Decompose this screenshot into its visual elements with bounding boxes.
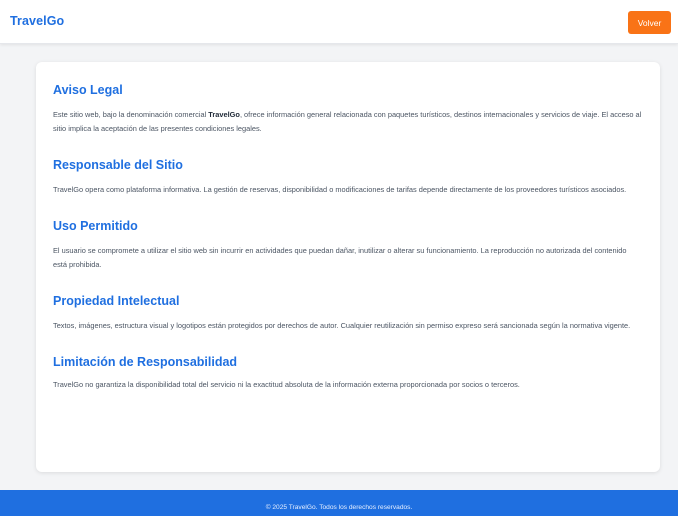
brand-logo[interactable]: TravelGo <box>10 14 64 28</box>
section-limitacion: Limitación de Responsabilidad TravelGo n… <box>53 354 642 392</box>
section-title: Responsable del Sitio <box>53 158 183 172</box>
section-text: El usuario se compromete a utilizar el s… <box>53 246 627 269</box>
brand-name-bold: TravelGo <box>208 110 240 119</box>
section-text: Este sitio web, bajo la denominación com… <box>53 108 642 136</box>
top-header: TravelGo Volver <box>0 0 678 44</box>
section-title: Aviso Legal <box>53 83 123 97</box>
section-title: Uso Permitido <box>53 219 138 233</box>
section-text-part: Este sitio web, bajo la denominación com… <box>53 110 209 119</box>
section-uso-permitido: Uso Permitido El usuario se compromete a… <box>53 218 642 272</box>
page-footer: © 2025 TravelGo. Todos los derechos rese… <box>0 490 678 516</box>
section-propiedad-intelectual: Propiedad Intelectual Textos, imágenes, … <box>53 293 642 333</box>
legal-notice-card: Aviso Legal Este sitio web, bajo la deno… <box>36 62 660 472</box>
section-title: Limitación de Responsabilidad <box>53 355 238 369</box>
section-text: TravelGo no garantiza la disponibilidad … <box>53 380 520 389</box>
back-button[interactable]: Volver <box>628 11 671 34</box>
section-text: TravelGo opera como plataforma informati… <box>53 185 627 194</box>
copyright-text: © 2025 TravelGo. Todos los derechos rese… <box>265 504 413 511</box>
section-aviso-legal: Aviso Legal Este sitio web, bajo la deno… <box>53 82 642 136</box>
section-title: Propiedad Intelectual <box>53 294 180 308</box>
section-responsable: Responsable del Sitio TravelGo opera com… <box>53 157 642 197</box>
section-text: Textos, imágenes, estructura visual y lo… <box>53 321 631 330</box>
